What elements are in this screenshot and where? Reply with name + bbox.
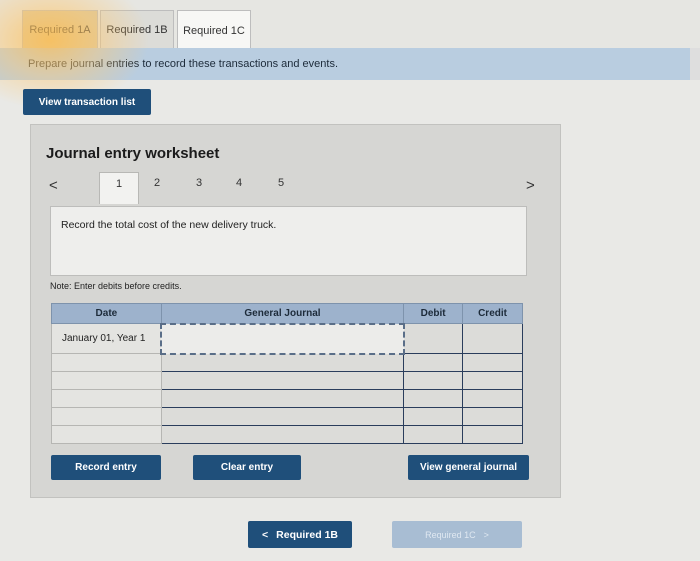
chevron-left-icon: < (262, 528, 269, 541)
debit-input[interactable] (403, 323, 464, 354)
next-button-label: Required 1C (425, 529, 476, 540)
chevron-right-icon: > (483, 529, 489, 540)
account-input[interactable] (160, 425, 405, 444)
tab-bar: Required 1A Required 1B Required 1C (0, 0, 700, 50)
clear-entry-button[interactable]: Clear entry (193, 455, 301, 480)
date-cell[interactable] (51, 425, 162, 444)
date-cell[interactable]: January 01, Year 1 (51, 323, 162, 354)
table-row (51, 389, 523, 408)
account-input[interactable] (160, 407, 405, 426)
tab-required-1b[interactable]: Required 1B (100, 10, 174, 48)
table-row (51, 371, 523, 390)
instruction-bar: Prepare journal entries to record these … (0, 48, 690, 80)
tab-required-1a[interactable]: Required 1A (22, 10, 98, 48)
instruction-text: Prepare journal entries to record these … (28, 58, 339, 70)
chevron-left-icon[interactable]: < (49, 177, 58, 194)
debit-input[interactable] (403, 407, 464, 426)
account-input[interactable] (160, 353, 405, 372)
general-journal-column-header: General Journal (160, 303, 405, 324)
side-strip (690, 48, 700, 80)
prompt-text: Record the total cost of the new deliver… (61, 219, 277, 231)
credit-input[interactable] (462, 425, 523, 444)
next-required-1c-button: Required 1C > (392, 521, 522, 548)
credit-input[interactable] (462, 323, 523, 354)
prev-required-1b-button[interactable]: < Required 1B (248, 521, 352, 548)
step-tab-4[interactable]: 4 (229, 177, 249, 189)
credit-input[interactable] (462, 353, 523, 372)
date-cell[interactable] (51, 371, 162, 390)
chevron-right-icon[interactable]: > (526, 177, 535, 194)
date-cell[interactable] (51, 353, 162, 372)
account-input[interactable] (160, 389, 405, 408)
date-column-header: Date (51, 303, 162, 324)
journal-entry-worksheet: Journal entry worksheet < 1 2 3 4 5 > Re… (30, 124, 561, 498)
step-tab-1[interactable]: 1 (99, 172, 139, 204)
table-row (51, 407, 523, 426)
entry-note: Note: Enter debits before credits. (50, 281, 182, 291)
table-row: January 01, Year 1 (51, 322, 523, 355)
account-input[interactable] (160, 371, 405, 390)
step-tab-5[interactable]: 5 (271, 177, 291, 189)
credit-column-header: Credit (462, 303, 523, 324)
date-cell[interactable] (51, 407, 162, 426)
debit-input[interactable] (403, 425, 464, 444)
view-transaction-list-button[interactable]: View transaction list (23, 89, 151, 115)
journal-table: Date General Journal Debit Credit Januar… (51, 303, 523, 444)
debit-input[interactable] (403, 371, 464, 390)
credit-input[interactable] (462, 407, 523, 426)
step-tab-2[interactable]: 2 (147, 177, 167, 189)
prev-button-label: Required 1B (276, 528, 338, 541)
transaction-prompt: Record the total cost of the new deliver… (50, 206, 527, 276)
worksheet-title: Journal entry worksheet (46, 145, 220, 162)
step-tab-3[interactable]: 3 (189, 177, 209, 189)
credit-input[interactable] (462, 371, 523, 390)
view-general-journal-button[interactable]: View general journal (408, 455, 529, 480)
account-input[interactable] (160, 322, 405, 355)
debit-input[interactable] (403, 353, 464, 372)
record-entry-button[interactable]: Record entry (51, 455, 161, 480)
debit-column-header: Debit (403, 303, 464, 324)
debit-input[interactable] (403, 389, 464, 408)
credit-input[interactable] (462, 389, 523, 408)
date-cell[interactable] (51, 389, 162, 408)
table-row (51, 353, 523, 372)
tab-required-1c[interactable]: Required 1C (177, 10, 251, 50)
table-row (51, 425, 523, 444)
